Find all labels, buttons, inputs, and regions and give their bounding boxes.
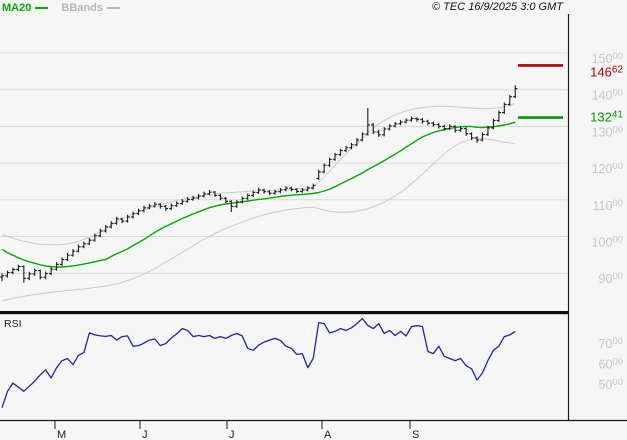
month-label: M	[57, 429, 66, 440]
bbands-legend-item: BBands	[61, 2, 120, 14]
copyright-timestamp: © TEC 16/9/2025 3:0 GMT	[432, 1, 563, 13]
rsi-panel-title: RSI	[4, 318, 22, 330]
candlestick-chart-canvas: 1500014000130001200011000100009000700060…	[0, 14, 627, 440]
resistance-level-label: 14662	[590, 64, 623, 79]
stock-chart-window: MA20 BBands © TEC 16/9/2025 3:0 GMT 1500…	[0, 0, 627, 440]
rsi-axis-label: 5000	[599, 377, 623, 392]
ma20-legend-dash-icon	[35, 7, 49, 10]
price-axis-label: 9000	[599, 271, 623, 286]
rsi-line	[1, 317, 516, 408]
month-label: J	[229, 429, 235, 440]
ma20-legend-item: MA20	[2, 2, 51, 14]
rsi-axis-label: 6000	[599, 357, 623, 372]
price-axis-label: 10000	[592, 235, 623, 250]
candlestick-series	[0, 85, 518, 283]
indicator-legend: MA20 BBands	[2, 2, 130, 14]
rsi-axis-label: 7000	[599, 336, 623, 351]
month-label: A	[324, 429, 332, 440]
month-label: S	[412, 429, 419, 440]
month-label: J	[142, 429, 148, 440]
price-axis-label: 12000	[592, 161, 623, 176]
price-axis-label: 14000	[592, 88, 623, 103]
price-axis-label: 11000	[592, 198, 623, 213]
panel-separator	[0, 311, 569, 315]
price-axis-label: 13000	[592, 124, 623, 139]
bbands-legend-dash-icon	[106, 7, 120, 10]
ma20-last-value-label: 13241	[590, 110, 623, 125]
ma20-legend-label: MA20	[2, 2, 32, 14]
bbands-legend-label: BBands	[61, 2, 103, 14]
